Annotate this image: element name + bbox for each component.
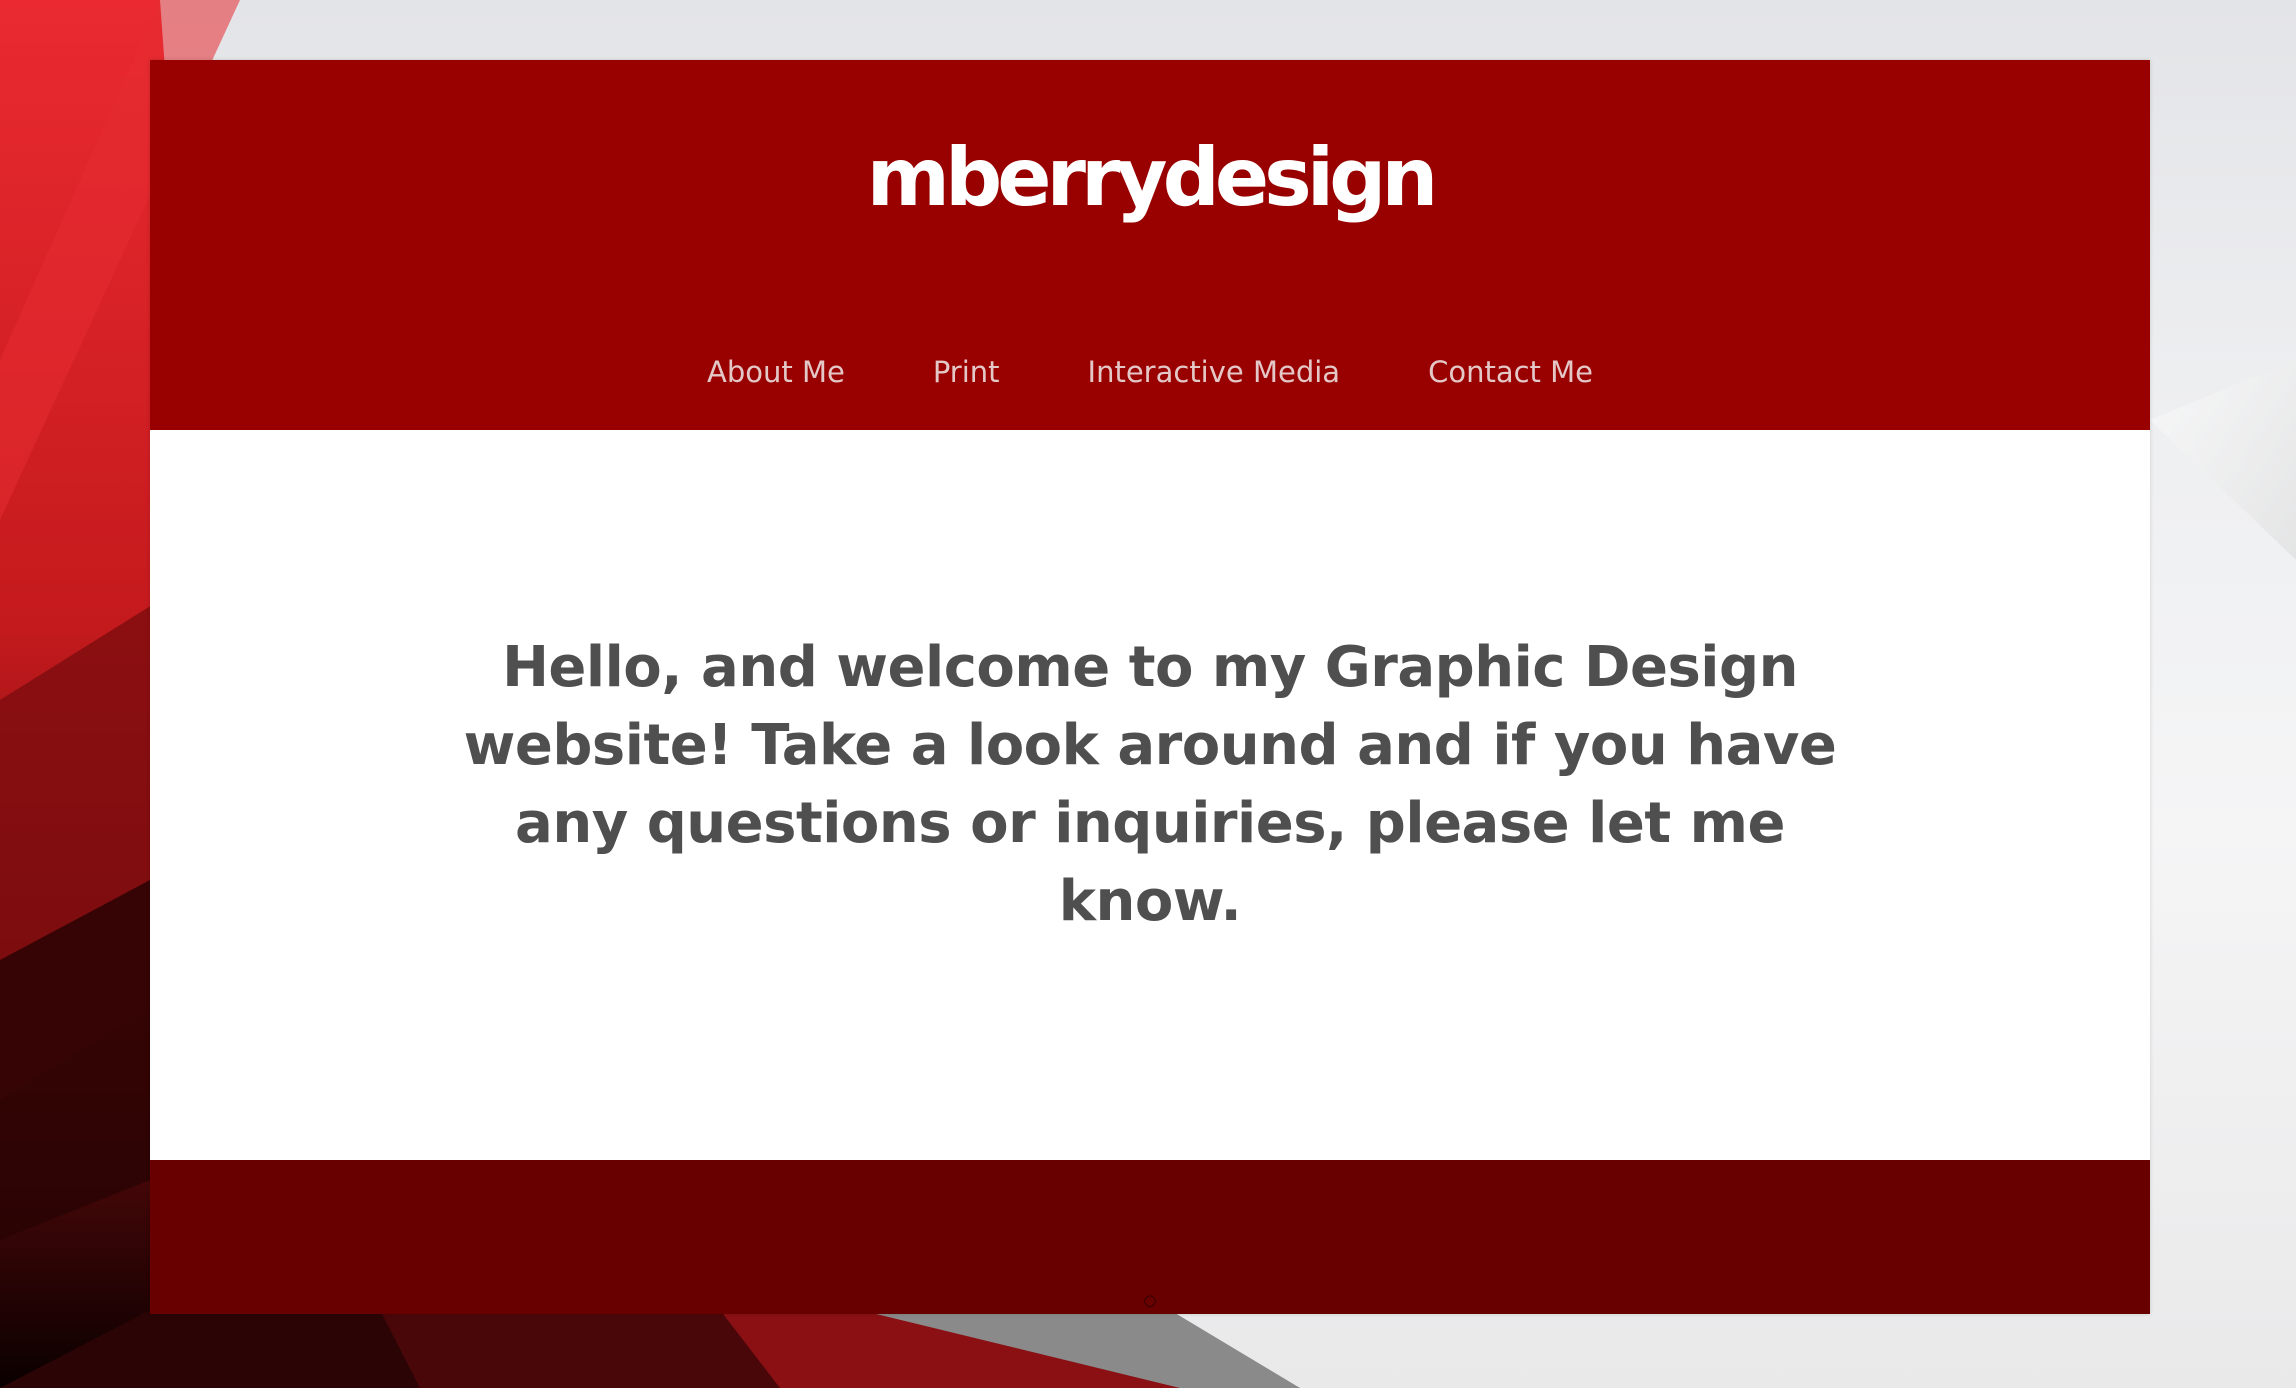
welcome-line: Hello, and welcome to my Graphic Design xyxy=(502,635,1798,700)
site-logo[interactable]: mberrydesign xyxy=(867,138,1439,218)
nav-item-print[interactable]: Print xyxy=(933,355,1000,389)
site-footer: ◯ xyxy=(150,1160,2150,1314)
welcome-message: Hello, and welcome to my Graphic Design … xyxy=(460,629,1840,961)
nav-item-contact-me[interactable]: Contact Me xyxy=(1428,355,1593,389)
site-container: mberrydesign About Me Print Interactive … xyxy=(150,60,2150,1314)
nav-item-about-me[interactable]: About Me xyxy=(707,355,845,389)
nav-item-interactive-media[interactable]: Interactive Media xyxy=(1088,355,1341,389)
welcome-line: website! Take a look around and if you h… xyxy=(463,713,1837,778)
welcome-line: any questions or inquiries, please let m… xyxy=(515,791,1785,934)
main-content: Hello, and welcome to my Graphic Design … xyxy=(150,430,2150,1160)
footer-icon: ◯ xyxy=(1143,1295,1157,1307)
site-header: mberrydesign About Me Print Interactive … xyxy=(150,60,2150,430)
main-navigation: About Me Print Interactive Media Contact… xyxy=(150,355,2150,389)
